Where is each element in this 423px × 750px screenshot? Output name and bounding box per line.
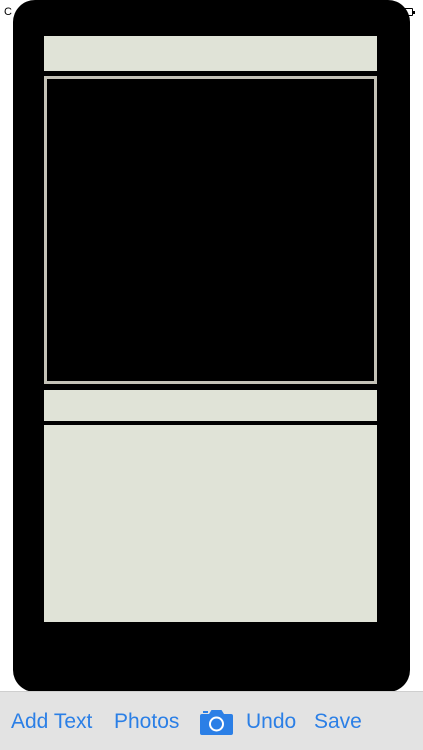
card-title-field[interactable] <box>44 36 377 71</box>
photos-button[interactable]: Photos <box>114 709 179 735</box>
status-bar-carrier: C <box>4 6 12 18</box>
card-text-box[interactable] <box>44 425 377 622</box>
save-button[interactable]: Save <box>314 709 362 735</box>
add-text-button[interactable]: Add Text <box>11 709 92 735</box>
undo-button[interactable]: Undo <box>246 709 296 735</box>
camera-icon[interactable] <box>199 708 234 736</box>
card-image-frame[interactable] <box>44 76 377 384</box>
screen: C Add Text Photos Undo Save <box>0 0 423 750</box>
card-image-area[interactable] <box>47 79 374 381</box>
bottom-toolbar: Add Text Photos Undo Save <box>0 691 423 750</box>
divider <box>44 421 377 424</box>
card-type-field[interactable] <box>44 390 377 421</box>
